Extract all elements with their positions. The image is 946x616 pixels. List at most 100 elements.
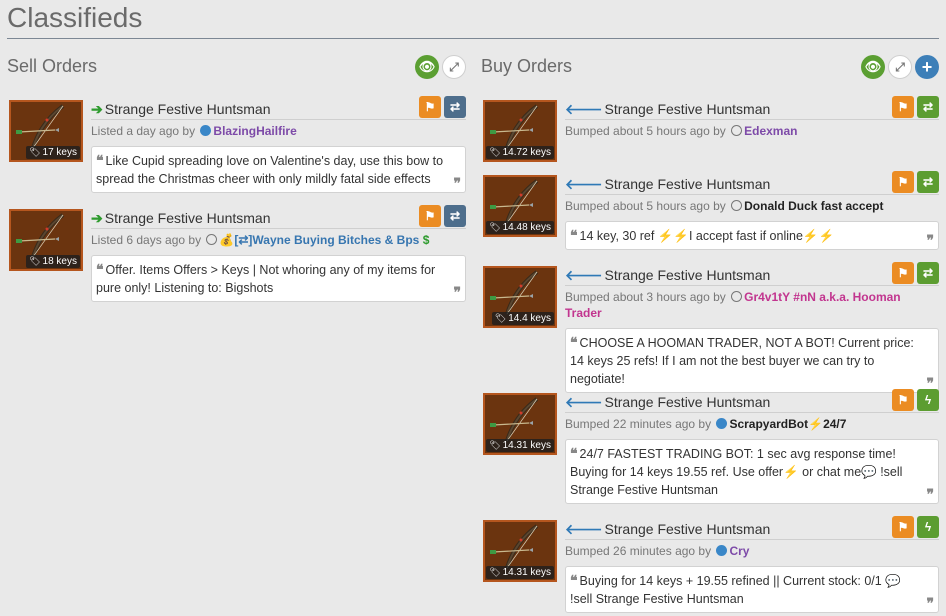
exchange-icon[interactable]: ⇄ (917, 171, 939, 193)
trade-icon[interactable]: ⇄ (444, 205, 466, 227)
price-tag: 🏷 14.31 keys (486, 439, 554, 452)
price-tag: 🏷 14.4 keys (491, 312, 554, 325)
user-link[interactable]: Cry (729, 544, 749, 558)
user-link[interactable]: BlazingHailfire (213, 124, 296, 138)
quote-close-icon: ❞ (453, 175, 461, 191)
page-title: Classifieds (7, 2, 143, 33)
title-divider (7, 38, 939, 39)
quote-open-icon: ❝ (570, 572, 578, 588)
arrow-right-icon: ➔ (91, 210, 103, 226)
sell-orders-header: Sell Orders 👁 ⤢ (7, 52, 466, 88)
flag-icon[interactable]: ⚑ (419, 96, 441, 118)
quote-open-icon: ❝ (570, 334, 578, 350)
item-name[interactable]: 🡐 Strange Festive Huntsman (565, 100, 939, 118)
quote-close-icon: ❞ (926, 486, 934, 502)
listing-comment: ❝ 24/7 FASTEST TRADING BOT: 1 sec avg res… (565, 439, 939, 504)
item-thumbnail[interactable]: 🏷 18 keys (9, 209, 83, 271)
item-name[interactable]: 🡐 Strange Festive Huntsman (565, 520, 939, 538)
listing-meta: Bumped 22 minutes ago by ScrapyardBot⚡24… (565, 417, 847, 431)
buy-orders-column: Buy Orders 👁 ⤢ + 🏷 14.72 keys 🡐 Strange Fe… (481, 52, 939, 613)
flag-icon[interactable]: ⚑ (892, 96, 914, 118)
listing-comment: ❝ 14 key, 30 ref ⚡⚡I accept fast if onlin… (565, 221, 939, 250)
user-link[interactable]: Donald Duck fast accept (744, 199, 883, 213)
expand-icon[interactable]: ⤢ (442, 55, 466, 79)
lightning-icon[interactable]: ϟ (917, 516, 939, 538)
online-status-icon (716, 545, 728, 556)
listing-comment: ❝ Offer. Items Offers > Keys | Not whorin… (91, 255, 466, 302)
item-name[interactable]: ➔ Strange Festive Huntsman (91, 100, 466, 118)
dollar-icon: $ (422, 233, 430, 247)
item-name[interactable]: ➔ Strange Festive Huntsman (91, 209, 466, 227)
listing-meta: Listed 6 days ago by 💰[⇄]Wayne Buying Bi… (91, 233, 430, 247)
flag-icon[interactable]: ⚑ (419, 205, 441, 227)
offline-status-icon (731, 125, 743, 136)
item-name[interactable]: 🡐 Strange Festive Huntsman (565, 175, 939, 193)
tag-icon: 🏷 (494, 313, 507, 323)
buy-orders-header: Buy Orders 👁 ⤢ + (481, 52, 939, 88)
tag-icon: 🏷 (489, 222, 501, 232)
buy-orders-title: Buy Orders (481, 56, 573, 76)
eye-icon[interactable]: 👁 (861, 55, 885, 79)
eye-icon[interactable]: 👁 (415, 55, 439, 79)
arrow-left-icon: 🡐 (565, 521, 603, 537)
tag-icon: 🏷 (29, 147, 41, 157)
tag-icon: 🏷 (29, 256, 41, 266)
tag-icon: 🏷 (489, 440, 501, 450)
quote-open-icon: ❝ (570, 445, 578, 461)
flag-icon[interactable]: ⚑ (892, 389, 914, 411)
user-link[interactable]: Edexman (744, 124, 797, 138)
quote-open-icon: ❝ (570, 227, 578, 243)
exchange-icon[interactable]: ⇄ (917, 96, 939, 118)
item-name[interactable]: 🡐 Strange Festive Huntsman (565, 393, 939, 411)
offline-status-icon (206, 234, 218, 245)
listing-meta: Bumped 26 minutes ago by Cry (565, 544, 750, 558)
price-tag: 🏷 17 keys (26, 146, 80, 159)
quote-open-icon: ❝ (96, 261, 104, 277)
arrow-left-icon: 🡐 (565, 394, 603, 410)
arrow-right-icon: ➔ (91, 101, 103, 117)
price-tag: 🏷 14.48 keys (486, 221, 554, 234)
online-status-icon (716, 418, 728, 429)
item-thumbnail[interactable]: 🏷 14.4 keys (483, 266, 557, 328)
trade-icon[interactable]: ⇄ (444, 96, 466, 118)
tag-icon: 🏷 (489, 147, 501, 157)
quote-close-icon: ❞ (926, 595, 934, 611)
price-tag: 🏷 14.31 keys (486, 566, 554, 579)
user-link[interactable]: ScrapyardBot⚡24/7 (729, 417, 846, 431)
item-thumbnail[interactable]: 🏷 14.72 keys (483, 100, 557, 162)
item-thumbnail[interactable]: 🏷 14.31 keys (483, 520, 557, 582)
listing-comment: ❝ Buying for 14 keys + 19.55 refined || C… (565, 566, 939, 613)
listing-meta: Bumped about 5 hours ago by Edexman (565, 124, 798, 138)
quote-close-icon: ❞ (926, 232, 934, 248)
exchange-icon[interactable]: ⇄ (917, 262, 939, 284)
item-thumbnail[interactable]: 🏷 17 keys (9, 100, 83, 162)
quote-open-icon: ❝ (96, 152, 104, 168)
price-tag: 🏷 18 keys (26, 255, 80, 268)
price-tag: 🏷 14.72 keys (486, 146, 554, 159)
arrow-left-icon: 🡐 (565, 267, 603, 283)
flag-icon[interactable]: ⚑ (892, 171, 914, 193)
offline-status-icon (731, 200, 743, 211)
flag-icon[interactable]: ⚑ (892, 262, 914, 284)
listing-meta: Listed a day ago by BlazingHailfire (91, 124, 297, 138)
arrow-left-icon: 🡐 (565, 101, 603, 117)
listing-meta: Bumped about 5 hours ago by Donald Duck … (565, 199, 884, 213)
moneybag-icon: 💰 (219, 233, 235, 247)
item-thumbnail[interactable]: 🏷 14.31 keys (483, 393, 557, 455)
offline-status-icon (731, 291, 743, 302)
arrow-left-icon: 🡐 (565, 176, 603, 192)
plus-icon[interactable]: + (915, 55, 939, 79)
tag-icon: 🏷 (489, 567, 501, 577)
listing-meta: Bumped about 3 hours ago by Gr4v1tY #nN … (565, 290, 901, 320)
quote-close-icon: ❞ (453, 284, 461, 300)
sell-orders-title: Sell Orders (7, 56, 98, 76)
item-thumbnail[interactable]: 🏷 14.48 keys (483, 175, 557, 237)
listing-comment: ❝ Like Cupid spreading love on Valentine'… (91, 146, 466, 193)
item-name[interactable]: 🡐 Strange Festive Huntsman (565, 266, 939, 284)
user-link[interactable]: [⇄]Wayne Buying Bitches & Bps (234, 233, 419, 247)
sell-orders-column: Sell Orders 👁 ⤢ 🏷 17 keys ➔ Strange Festiv… (7, 52, 466, 302)
expand-icon[interactable]: ⤢ (888, 55, 912, 79)
flag-icon[interactable]: ⚑ (892, 516, 914, 538)
listing-comment: ❝ CHOOSE A HOOMAN TRADER, NOT A BOT! Curr… (565, 328, 939, 393)
lightning-icon[interactable]: ϟ (917, 389, 939, 411)
